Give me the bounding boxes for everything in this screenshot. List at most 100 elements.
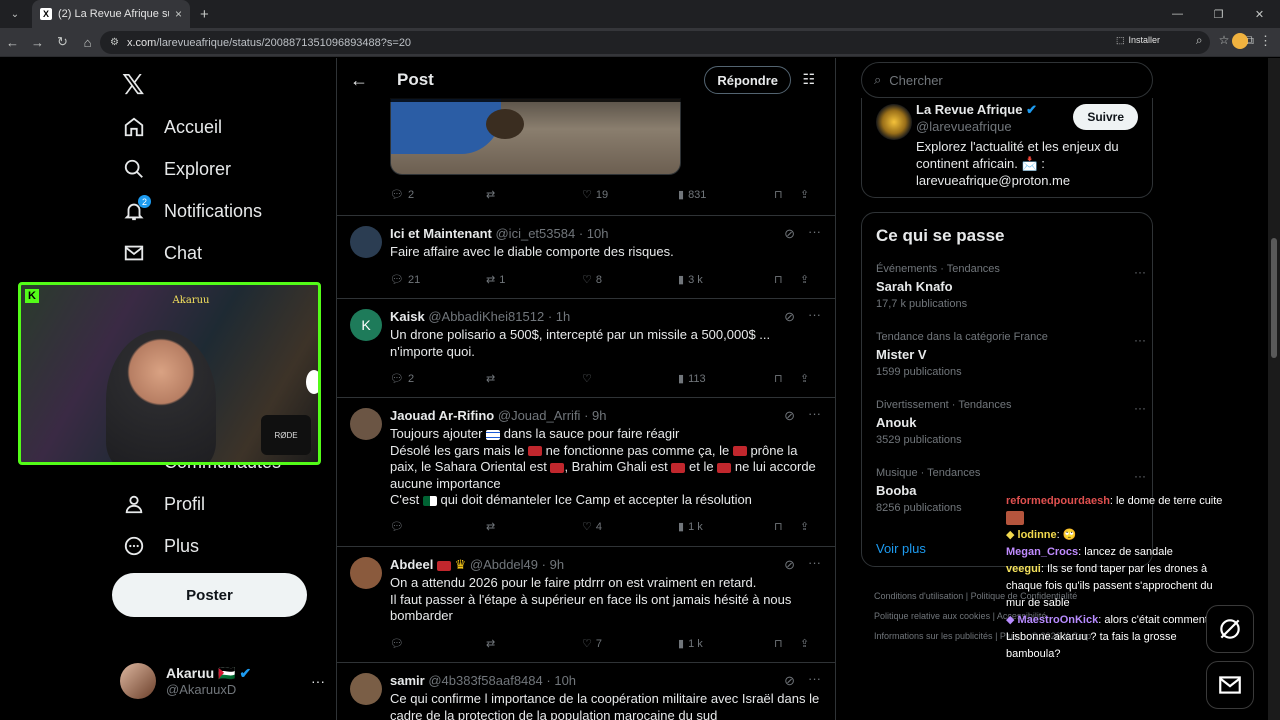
x-logo-icon[interactable]: 𝕏: [122, 68, 145, 101]
bookmark-icon[interactable]: ⊓: [774, 188, 800, 201]
tweet-time[interactable]: 10h: [587, 226, 609, 241]
author-name[interactable]: Jaouad Ar-Rifino: [390, 408, 494, 423]
footer-link[interactable]: Informations sur les publicités: [874, 631, 993, 641]
share-icon[interactable]: ⇪: [800, 372, 809, 385]
avatar[interactable]: [350, 408, 382, 440]
see-more-link[interactable]: Voir plus: [876, 541, 926, 556]
sidebar-item-explore[interactable]: Explorer: [122, 157, 231, 181]
grok-floating-button[interactable]: [1206, 605, 1254, 653]
more-icon[interactable]: ···: [808, 555, 821, 570]
views-action[interactable]: ▮ 3 k: [678, 273, 774, 287]
grok-icon[interactable]: ⊘: [784, 226, 795, 242]
reply-action[interactable]: 💬︎ 2: [390, 188, 486, 202]
like-action[interactable]: ♡ 19: [582, 188, 678, 202]
messages-floating-button[interactable]: [1206, 661, 1254, 709]
reply-action[interactable]: 💬︎: [390, 520, 486, 533]
back-icon[interactable]: ←: [0, 35, 25, 50]
post-button[interactable]: Poster: [112, 573, 307, 617]
views-action[interactable]: ▮ 831: [678, 188, 774, 202]
author-name[interactable]: Abdeel: [390, 557, 433, 572]
account-switcher[interactable]: Akaruu 🇵🇸 ✔ @AkaruuxD ···: [120, 663, 325, 699]
tweet-time[interactable]: 9h: [550, 557, 564, 572]
more-icon[interactable]: ···: [808, 406, 821, 421]
grok-icon[interactable]: ⊘: [784, 557, 795, 573]
views-action[interactable]: ▮ 113: [678, 372, 774, 386]
tweet-time[interactable]: 10h: [554, 673, 576, 688]
profile-name-row[interactable]: La Revue Afrique ✔: [916, 102, 1037, 118]
repost-action[interactable]: ⇄: [486, 637, 582, 650]
grok-icon[interactable]: ⊘: [784, 408, 795, 424]
share-icon[interactable]: ⇪: [800, 188, 809, 201]
like-action[interactable]: ♡: [582, 372, 678, 385]
bookmark-icon[interactable]: ⊓: [774, 520, 800, 533]
reply-tweet[interactable]: K Kaisk @AbbadiKhei81512 · 1h ⊘ ··· Un d…: [337, 298, 835, 397]
more-icon[interactable]: ···: [1134, 469, 1146, 483]
more-icon[interactable]: ···: [1134, 333, 1146, 347]
sidebar-item-profile[interactable]: Profil: [122, 492, 205, 516]
address-bar[interactable]: ⚙ x.com/larevueafrique/status/2008871351…: [100, 31, 1210, 54]
install-app-button[interactable]: ⬚ Installer: [1116, 32, 1160, 48]
more-icon[interactable]: ···: [808, 671, 821, 686]
bookmark-star-icon[interactable]: ☆: [1219, 33, 1230, 48]
bookmark-icon[interactable]: ⊓: [774, 637, 800, 650]
views-action[interactable]: ▮ 1 k: [678, 520, 774, 534]
page-scrollbar[interactable]: [1268, 58, 1280, 720]
bookmark-icon[interactable]: ⊓: [774, 273, 800, 286]
author-name[interactable]: Kaisk: [390, 309, 425, 324]
browser-menu-icon[interactable]: ⋮: [1259, 33, 1272, 49]
avatar[interactable]: [350, 226, 382, 258]
like-action[interactable]: ♡ 4: [582, 520, 678, 534]
reply-action[interactable]: 💬︎: [390, 637, 486, 650]
close-tab-icon[interactable]: ×: [175, 7, 182, 21]
more-icon[interactable]: ···: [1134, 401, 1146, 415]
scrollbar-thumb[interactable]: [1271, 238, 1277, 358]
minimize-icon[interactable]: —: [1157, 8, 1198, 20]
tweet-time[interactable]: 1h: [556, 309, 570, 324]
search-input[interactable]: ⌕ Chercher: [861, 62, 1153, 98]
like-action[interactable]: ♡ 8: [582, 273, 678, 287]
author-name[interactable]: samir: [390, 673, 425, 688]
browser-profile-avatar[interactable]: [1232, 33, 1248, 49]
footer-link[interactable]: Politique relative aux cookies: [874, 611, 990, 621]
back-arrow-icon[interactable]: ←: [337, 70, 381, 91]
avatar[interactable]: [350, 673, 382, 705]
more-icon[interactable]: ···: [311, 673, 325, 689]
reply-tweet[interactable]: Abdeel ♛ @Abddel49 · 9h ⊘ ··· On a atten…: [337, 546, 835, 662]
footer-link[interactable]: Conditions d'utilisation: [874, 591, 963, 601]
sidebar-item-home[interactable]: Accueil: [122, 115, 222, 139]
reply-action[interactable]: 💬︎ 21: [390, 273, 486, 287]
zoom-icon[interactable]: ⌕: [1196, 33, 1203, 48]
filter-icon[interactable]: ☷: [802, 71, 815, 88]
reply-tweet[interactable]: Jaouad Ar-Rifino @Jouad_Arrifi · 9h ⊘ ··…: [337, 397, 835, 546]
grok-icon[interactable]: ⊘: [784, 309, 795, 325]
follow-button[interactable]: Suivre: [1073, 104, 1138, 130]
bookmark-icon[interactable]: ⊓: [774, 372, 800, 385]
site-info-icon[interactable]: ⚙: [110, 37, 119, 48]
repost-action[interactable]: ⇄: [486, 520, 582, 533]
maximize-icon[interactable]: ❐: [1198, 8, 1239, 21]
repost-action[interactable]: ⇄: [486, 372, 582, 385]
grok-icon[interactable]: ⊘: [784, 673, 795, 689]
share-icon[interactable]: ⇪: [800, 637, 809, 650]
views-action[interactable]: ▮ 1 k: [678, 637, 774, 651]
avatar[interactable]: K: [350, 309, 382, 341]
reply-tweet[interactable]: Ici et Maintenant @ici_et53584 · 10h ⊘ ·…: [337, 215, 835, 298]
tab-search-button[interactable]: ⌄: [4, 4, 26, 24]
sidebar-item-more[interactable]: Plus: [122, 534, 199, 558]
share-icon[interactable]: ⇪: [800, 273, 809, 286]
reply-action[interactable]: 💬︎ 2: [390, 372, 486, 386]
repost-action[interactable]: ⇄ 1: [486, 273, 582, 287]
tweet-time[interactable]: 9h: [592, 408, 606, 423]
more-icon[interactable]: ···: [1134, 265, 1146, 279]
browser-tab[interactable]: X (2) La Revue Afrique sur X : "M... ×: [32, 0, 190, 28]
reload-icon[interactable]: ↻: [50, 34, 75, 50]
sidebar-item-notifications[interactable]: 2 Notifications: [122, 195, 262, 223]
post-media-image[interactable]: [390, 98, 681, 175]
reply-button[interactable]: Répondre: [704, 66, 791, 94]
like-action[interactable]: ♡ 7: [582, 637, 678, 651]
close-window-icon[interactable]: ✕: [1239, 8, 1280, 21]
more-icon[interactable]: ···: [808, 307, 821, 322]
more-icon[interactable]: ···: [808, 224, 821, 239]
sidebar-item-chat[interactable]: Chat: [122, 241, 202, 265]
trend-item[interactable]: Divertissement · Tendances Anouk 3529 pu…: [876, 399, 1146, 446]
